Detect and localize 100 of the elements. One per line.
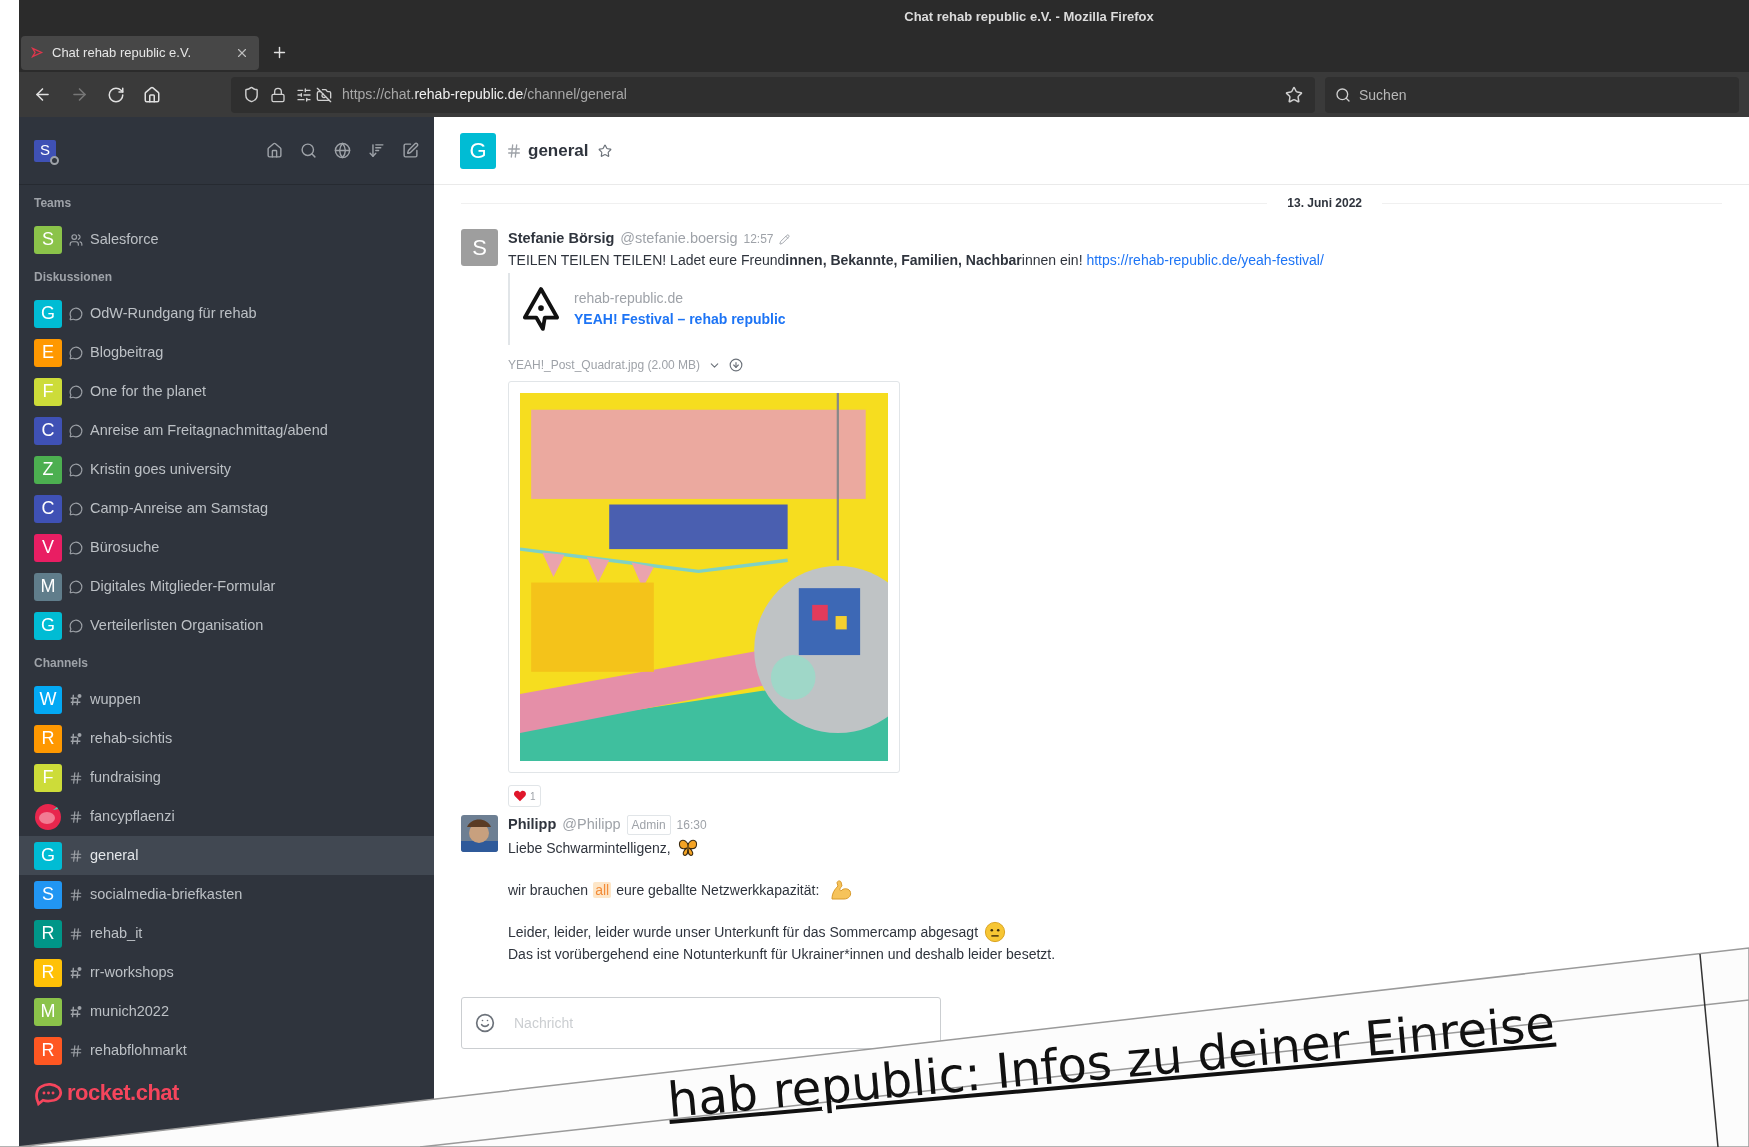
room-avatar: F — [34, 763, 62, 792]
sidebar-item[interactable]: G general — [19, 836, 434, 875]
team-icon — [69, 232, 83, 247]
room-name: munich2022 — [90, 1001, 169, 1021]
sidebar-item[interactable]: S socialmedia-briefkasten — [19, 875, 434, 914]
hash-icon — [69, 692, 83, 707]
role-tag: Admin — [626, 815, 671, 835]
favorite-star-icon[interactable] — [598, 143, 613, 158]
hash-icon — [69, 770, 83, 785]
sidebar-item[interactable]: C Camp-Anreise am Samstag — [19, 489, 434, 528]
sidebar-item[interactable]: G OdW-Rundgang für rehab — [19, 294, 434, 333]
room-name: Anreise am Freitagnachmittag/abend — [90, 420, 328, 440]
reaction-count: 1 — [530, 789, 536, 804]
browser-tab[interactable]: Chat rehab republic e.V. — [21, 35, 259, 70]
message-link[interactable]: https://rehab-republic.de/yeah-festival/ — [1086, 252, 1324, 268]
url-field[interactable]: https://chat.rehab-republic.de/channel/general — [231, 76, 1315, 113]
hash-icon — [69, 1043, 83, 1058]
sidebar-item[interactable]: E Blogbeitrag — [19, 333, 434, 372]
username: @Philipp — [562, 815, 621, 835]
channel-avatar: G — [460, 132, 496, 169]
message-text: TEILEN TEILEN TEILEN! Ladet eure Freundinnen, Bekannte, Familien, Nachbarinnen ein! https://rehab-republic.de/yeah-festival/ — [508, 251, 1324, 270]
logo-icon — [522, 285, 560, 333]
sidebar-item[interactable]: Z Kristin goes university — [19, 450, 434, 489]
room-name: fancypflaenzi — [90, 806, 175, 826]
globe-icon[interactable] — [334, 142, 351, 159]
neutral-face-icon — [984, 921, 1007, 943]
room-name: Camp-Anreise am Samstag — [90, 498, 269, 518]
sidebar-item[interactable]: R rr-workshops — [19, 953, 434, 992]
hash-icon — [69, 926, 83, 941]
room-name: Bürosuche — [90, 537, 160, 557]
room-avatar: C — [34, 416, 62, 445]
sidebar-item[interactable]: W wuppen — [19, 680, 434, 719]
home-icon[interactable] — [143, 85, 161, 104]
preview-title[interactable]: YEAH! Festival – rehab republic — [574, 309, 786, 330]
compose-icon[interactable] — [402, 142, 419, 159]
message-text: Liebe Schwarmintelligenz, — [508, 838, 671, 858]
search-icon[interactable] — [300, 142, 317, 159]
reload-icon[interactable] — [107, 85, 125, 104]
room-name: Digitales Mitglieder-Formular — [90, 576, 276, 596]
sidebar-item[interactable]: fancypflaenzi — [19, 797, 434, 836]
room-avatar: G — [34, 611, 62, 640]
message-time: 12:57 — [743, 231, 774, 248]
home-icon[interactable] — [266, 142, 283, 159]
room-name: wuppen — [90, 689, 141, 709]
room-name: Blogbeitrag — [90, 342, 164, 362]
hash-icon — [69, 1004, 83, 1019]
sidebar-item[interactable]: M munich2022 — [19, 992, 434, 1031]
sidebar-item[interactable]: C Anreise am Freitagnachmittag/abend — [19, 411, 434, 450]
room-name: rehab-sichtis — [90, 728, 173, 748]
room-name: socialmedia-briefkasten — [90, 884, 243, 904]
room-name: Salesforce — [90, 229, 159, 249]
sidebar-item[interactable]: R rehab_it — [19, 914, 434, 953]
sidebar-item[interactable]: R rehab-sichtis — [19, 719, 434, 758]
sidebar-item[interactable]: M Digitales Mitglieder-Formular — [19, 567, 434, 606]
channel-title: general — [528, 139, 589, 162]
hash-icon — [69, 731, 83, 746]
discussion-icon — [69, 579, 83, 594]
discussion-icon — [69, 345, 83, 360]
discussion-icon — [69, 423, 83, 438]
new-tab-icon[interactable] — [271, 44, 288, 61]
room-name: rehab_it — [90, 923, 143, 943]
search-field[interactable]: Suchen — [1325, 76, 1739, 113]
download-icon[interactable] — [729, 358, 744, 372]
room-avatar: C — [34, 494, 62, 523]
lock-icon[interactable] — [270, 86, 286, 103]
message-text: Leider, leider, leider wurde unser Unterkunft für das Sommercamp abgesagt — [508, 922, 979, 942]
emoji-icon[interactable] — [475, 1013, 495, 1033]
sidebar-item[interactable]: G Verteilerlisten Organisation — [19, 606, 434, 645]
section-heading: Diskussionen — [34, 268, 113, 286]
discussion-icon — [69, 462, 83, 477]
message-text: wir brauchen all eure geballte Netzwerkkapazität: — [508, 880, 820, 900]
room-avatar: M — [34, 997, 62, 1026]
username: @stefanie.boersig — [620, 229, 738, 249]
user-avatar[interactable]: S — [34, 139, 56, 162]
sidebar-item[interactable]: V Bürosuche — [19, 528, 434, 567]
sidebar-item[interactable]: R rehabflohmarkt — [19, 1031, 434, 1070]
sidebar-item[interactable]: F fundraising — [19, 758, 434, 797]
section-heading: Channels — [34, 654, 88, 672]
back-icon[interactable] — [33, 85, 52, 104]
room-name: OdW-Rundgang für rehab — [90, 303, 257, 323]
hash-icon — [69, 848, 83, 863]
room-avatar: Z — [34, 455, 62, 484]
butterfly-icon — [676, 837, 699, 859]
room-name: rr-workshops — [90, 962, 174, 982]
sort-icon[interactable] — [368, 142, 385, 159]
hash-icon — [506, 142, 522, 159]
room-avatar: R — [34, 958, 62, 987]
room-avatar: R — [34, 919, 62, 948]
bookmark-star-icon[interactable] — [1285, 85, 1303, 104]
shield-icon[interactable] — [243, 86, 260, 103]
discussion-icon — [69, 306, 83, 321]
hash-icon — [69, 887, 83, 902]
sidebar-item[interactable]: S Salesforce — [19, 220, 434, 259]
sidebar-item[interactable]: F One for the planet — [19, 372, 434, 411]
flexed-arm-icon — [829, 878, 854, 902]
author-name[interactable]: Stefanie Börsig — [508, 228, 615, 250]
permissions-icon[interactable] — [296, 86, 312, 103]
author-name[interactable]: Philipp — [508, 814, 557, 836]
camera-off-icon[interactable] — [316, 86, 332, 103]
room-avatar: R — [34, 724, 62, 753]
